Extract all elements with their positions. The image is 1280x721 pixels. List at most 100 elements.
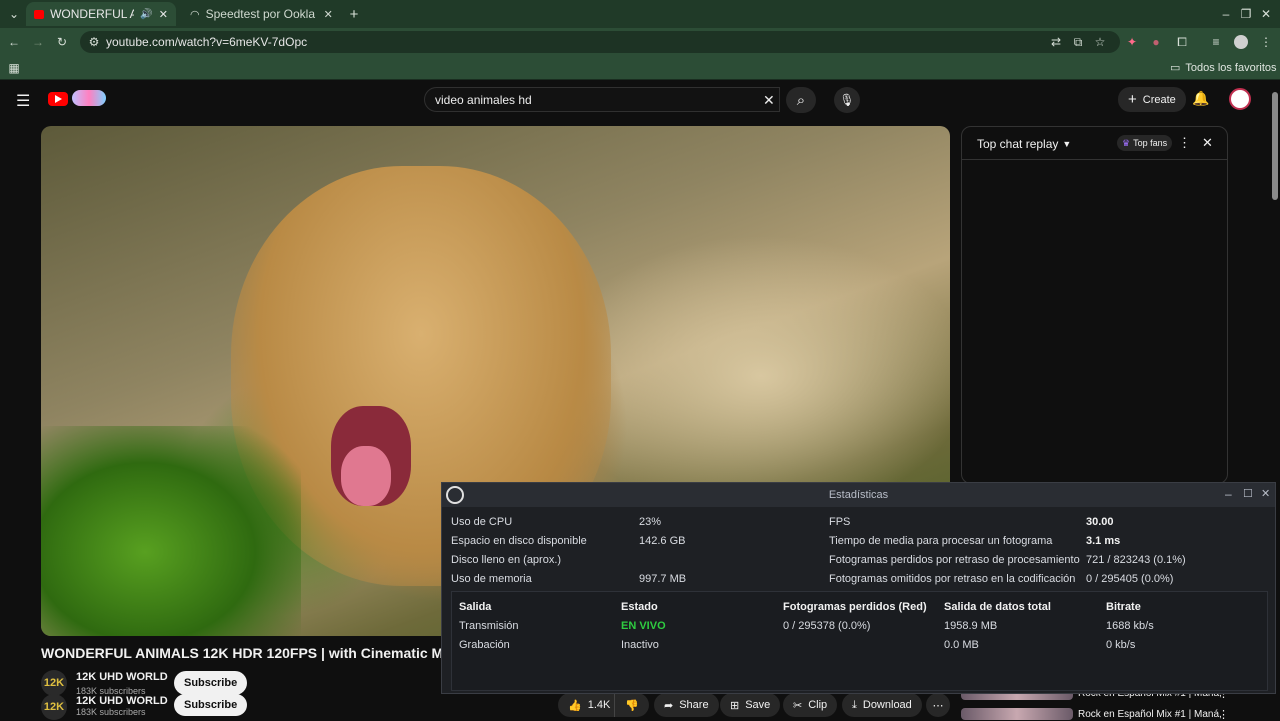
stat-value: 3.1 ms <box>1086 535 1121 547</box>
all-bookmarks[interactable]: ▭ Todos los favoritos <box>1170 61 1277 75</box>
tab-title: WONDERFUL ANIMA <box>50 7 135 21</box>
clip-button[interactable]: ✂ Clip <box>783 693 838 717</box>
tab-speedtest[interactable]: ◠ Speedtest por Ookla - La ✕ <box>182 2 342 26</box>
table-header: Fotogramas perdidos (Red) <box>783 601 927 613</box>
channel-name-sticky[interactable]: 12K UHD WORLD <box>76 695 168 705</box>
profile-avatar[interactable] <box>1234 35 1248 49</box>
extension-2-icon[interactable]: ● <box>1148 34 1164 50</box>
hamburger-menu-icon[interactable]: ☰ <box>16 91 30 111</box>
browser-menu-icon[interactable]: ⋮ <box>1258 34 1274 50</box>
chat-divider <box>962 159 1227 160</box>
table-cell: 0 / 295378 (0.0%) <box>783 620 871 632</box>
youtube-logo[interactable] <box>48 92 68 106</box>
dislike-button[interactable]: 👎 <box>614 693 649 717</box>
subscribe-button[interactable]: Subscribe <box>174 671 248 695</box>
save-icon: ⊞ <box>730 699 740 712</box>
account-avatar[interactable] <box>1229 88 1251 110</box>
stat-value: 30.00 <box>1086 516 1114 528</box>
url-text: youtube.com/watch?v=6meKV-7dOpc <box>106 35 308 49</box>
table-header: Salida de datos total <box>944 601 1051 613</box>
channel-name[interactable]: 12K UHD WORLD <box>76 671 168 683</box>
subscriber-count-sticky: 183K subscribers <box>76 707 146 717</box>
stat-label: Disco lleno en (aprox.) <box>451 554 562 566</box>
plus-icon: + <box>1128 91 1137 108</box>
reload-icon[interactable]: ↻ <box>54 34 70 50</box>
stat-value: 23% <box>639 516 662 528</box>
obs-close-icon[interactable]: ✕ <box>1261 487 1270 500</box>
subscribe-button-sticky[interactable]: Subscribe <box>174 694 248 716</box>
notifications-bell-icon[interactable]: 🔔 <box>1192 90 1209 107</box>
install-icon[interactable]: ⧉ <box>1070 34 1086 50</box>
search-input[interactable]: video animales hd ✕ <box>424 87 780 112</box>
more-icon: ⋯ <box>932 699 944 712</box>
channel-avatar-sticky[interactable]: 12K <box>41 694 67 720</box>
audio-playing-icon[interactable]: 🔊 <box>140 9 152 20</box>
bookmark-star-icon[interactable]: ☆ <box>1092 34 1108 50</box>
search-button[interactable]: ⌕ <box>786 87 816 113</box>
chat-mode-dropdown[interactable]: Top chat replay ▼ <box>977 137 1071 151</box>
close-window-icon[interactable]: ✕ <box>1258 6 1274 22</box>
extensions-puzzle-icon[interactable]: ⧠ <box>1174 34 1190 50</box>
chat-close-icon[interactable]: ✕ <box>1202 135 1213 151</box>
recommendation-more-icon[interactable]: ⋮ <box>1218 708 1229 721</box>
top-fans-label: Top fans <box>1133 138 1168 148</box>
clear-search-icon[interactable]: ✕ <box>763 92 775 109</box>
tab-youtube[interactable]: WONDERFUL ANIMA 🔊 ✕ <box>26 2 176 26</box>
youtube-favicon-icon <box>34 9 45 19</box>
create-button[interactable]: + Create <box>1118 87 1186 112</box>
download-icon: ⤓ <box>852 698 857 711</box>
crown-icon: ♛ <box>1122 137 1131 148</box>
live-status: EN VIVO <box>621 620 666 632</box>
apps-grid-icon[interactable]: ▦ <box>6 60 22 76</box>
table-header: Salida <box>459 601 492 613</box>
new-tab-icon[interactable]: + <box>346 6 362 23</box>
doodle-logo-icon[interactable] <box>72 90 106 106</box>
restore-icon[interactable]: ❐ <box>1238 6 1254 22</box>
folder-icon: ▭ <box>1170 62 1181 74</box>
tab-close-icon[interactable]: ✕ <box>159 8 168 21</box>
chat-more-icon[interactable]: ⋮ <box>1178 135 1191 151</box>
speedtest-favicon-icon: ◠ <box>190 8 200 21</box>
share-button[interactable]: ➦ Share <box>654 693 719 717</box>
live-chat-panel: Top chat replay ▼ ♛ Top fans ⋮ ✕ <box>961 126 1228 484</box>
translate-icon[interactable]: ⇄ <box>1048 34 1064 50</box>
obs-outputs-table: Salida Estado Fotogramas perdidos (Red) … <box>451 591 1268 691</box>
obs-minimize-icon[interactable]: – <box>1225 487 1232 501</box>
extension-icon[interactable]: ✦ <box>1124 34 1140 50</box>
stat-label: Espacio en disco disponible <box>451 535 587 547</box>
table-cell: Grabación <box>459 639 510 651</box>
chat-mode-label: Top chat replay <box>977 137 1059 151</box>
stat-value: 721 / 823243 (0.1%) <box>1086 554 1186 566</box>
tab-close-icon[interactable]: ✕ <box>324 8 333 21</box>
save-button[interactable]: ⊞ Save <box>720 693 781 717</box>
site-info-icon[interactable]: ⚙ <box>86 34 102 50</box>
download-button[interactable]: ⤓ Download <box>842 693 922 717</box>
recommendation-thumbnail[interactable] <box>961 708 1073 720</box>
stat-label: Uso de memoria <box>451 573 532 585</box>
obs-maximize-icon[interactable]: ☐ <box>1243 487 1253 500</box>
thumbs-down-icon: 👎 <box>625 699 639 712</box>
search-query: video animales hd <box>435 92 532 107</box>
share-icon: ➦ <box>664 699 674 712</box>
obs-title-bar[interactable]: Estadísticas – ☐ ✕ <box>442 483 1275 507</box>
like-button[interactable]: 👍 1.4K <box>558 693 621 717</box>
create-label: Create <box>1142 93 1176 106</box>
address-bar[interactable]: ⚙ youtube.com/watch?v=6meKV-7dOpc ⇄ ⧉ ☆ <box>80 31 1120 53</box>
top-fans-badge[interactable]: ♛ Top fans <box>1117 135 1173 151</box>
page-scrollbar-thumb[interactable] <box>1272 92 1278 200</box>
recommendation-title[interactable]: Rock en Español Mix #1 | Maná, <box>1078 709 1222 720</box>
voice-search-button[interactable]: 🎙 <box>834 87 860 113</box>
cheetah-tongue <box>341 446 391 506</box>
obs-stats-window: Estadísticas – ☐ ✕ Uso de CPU 23% Espaci… <box>441 482 1276 694</box>
bookmarks-bar: ▦ ▭ Todos los favoritos <box>0 56 1280 80</box>
minimize-icon[interactable]: – <box>1218 6 1234 22</box>
forward-icon[interactable]: → <box>30 34 46 50</box>
all-bookmarks-label: Todos los favoritos <box>1185 61 1277 74</box>
back-icon[interactable]: ← <box>6 34 22 50</box>
download-label: Download <box>862 699 912 711</box>
stat-value: 0 / 295405 (0.0%) <box>1086 573 1174 585</box>
more-actions-button[interactable]: ⋯ <box>926 693 950 717</box>
reading-list-icon[interactable]: ≡ <box>1208 34 1224 50</box>
tab-search-icon[interactable]: ⌄ <box>6 6 22 22</box>
channel-avatar[interactable]: 12K <box>41 670 67 696</box>
